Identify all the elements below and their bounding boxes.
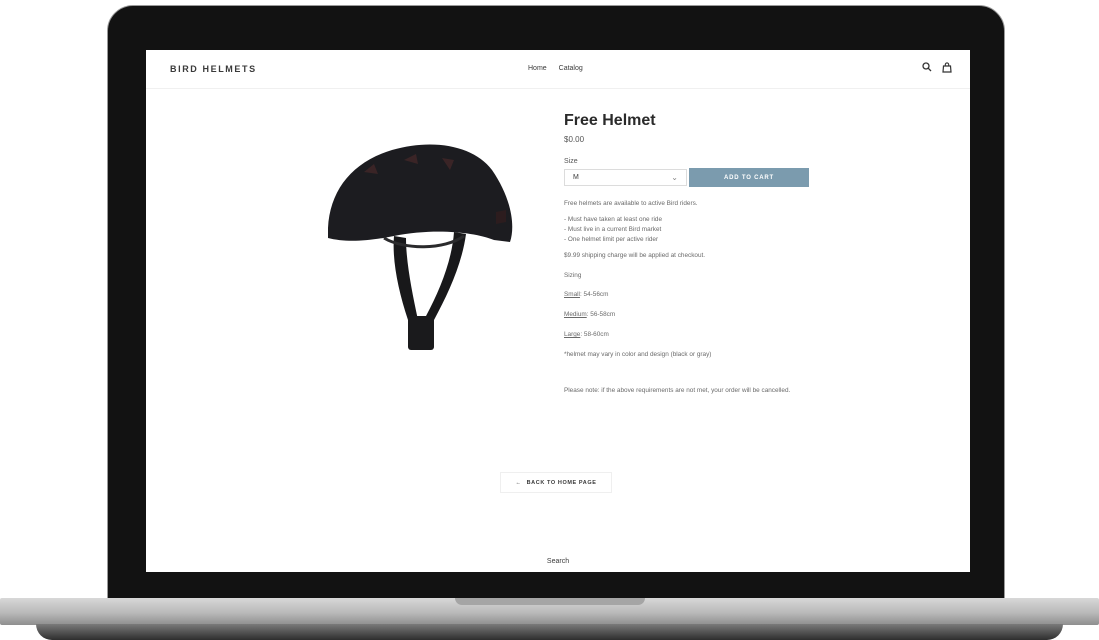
product-title: Free Helmet xyxy=(564,112,656,129)
cart-icon[interactable] xyxy=(942,62,952,73)
header-icons xyxy=(922,62,952,73)
chevron-down-icon: ⌄ xyxy=(671,173,678,182)
laptop-base xyxy=(36,624,1063,640)
nav-home[interactable]: Home xyxy=(528,65,547,72)
size-medium-link[interactable]: Medium xyxy=(564,311,587,318)
add-to-cart-button[interactable]: ADD TO CART xyxy=(689,168,809,187)
requirements-note: Please note: if the above requirements a… xyxy=(564,387,791,394)
requirement-item: - Must live in a current Bird market xyxy=(564,226,662,233)
size-select[interactable]: M ⌄ xyxy=(564,169,687,186)
shipping-note: $9.99 shipping charge will be applied at… xyxy=(564,252,706,259)
product-price: $0.00 xyxy=(564,135,585,144)
search-icon[interactable] xyxy=(922,62,932,73)
size-large-link[interactable]: Large xyxy=(564,331,580,338)
description-intro: Free helmets are available to active Bir… xyxy=(564,200,698,207)
nav-catalog[interactable]: Catalog xyxy=(559,65,583,72)
requirement-item: - One helmet limit per active rider xyxy=(564,236,659,243)
arrow-left-icon: ← xyxy=(515,479,522,486)
size-small: Small: 54-56cm xyxy=(564,290,814,300)
helmet-image xyxy=(324,120,524,358)
product-description: Free helmets are available to active Bir… xyxy=(564,199,814,396)
store-logo[interactable]: BIRD HELMETS xyxy=(170,64,257,74)
footer-search-link[interactable]: Search xyxy=(146,558,970,565)
size-small-range: : 54-56cm xyxy=(579,291,609,298)
size-large: Large: 58-60cm xyxy=(564,330,814,340)
size-row: M ⌄ ADD TO CART xyxy=(564,168,814,187)
store-header: BIRD HELMETS Home Catalog xyxy=(146,50,970,89)
back-button-label: BACK TO HOME PAGE xyxy=(526,479,597,486)
requirement-item: - Must have taken at least one ride xyxy=(564,216,663,223)
size-large-range: : 58-60cm xyxy=(580,331,609,338)
browser-screen: BIRD HELMETS Home Catalog Free Helmet $0… xyxy=(146,50,970,572)
sizing-heading: Sizing xyxy=(564,272,582,279)
size-label: Size xyxy=(564,158,578,165)
main-nav: Home Catalog xyxy=(528,65,593,72)
size-select-value: M xyxy=(573,174,579,181)
back-to-home-button[interactable]: ← BACK TO HOME PAGE xyxy=(500,472,612,493)
size-medium-range: : 56-58cm xyxy=(586,311,616,318)
size-small-link[interactable]: Small xyxy=(564,291,580,298)
laptop-notch xyxy=(455,598,645,605)
variation-note: *helmet may vary in color and design (bl… xyxy=(564,351,712,358)
size-medium: Medium: 56-58cm xyxy=(564,310,814,320)
product-info: Free Helmet $0.00 Size M ⌄ ADD TO CART F… xyxy=(564,112,814,396)
